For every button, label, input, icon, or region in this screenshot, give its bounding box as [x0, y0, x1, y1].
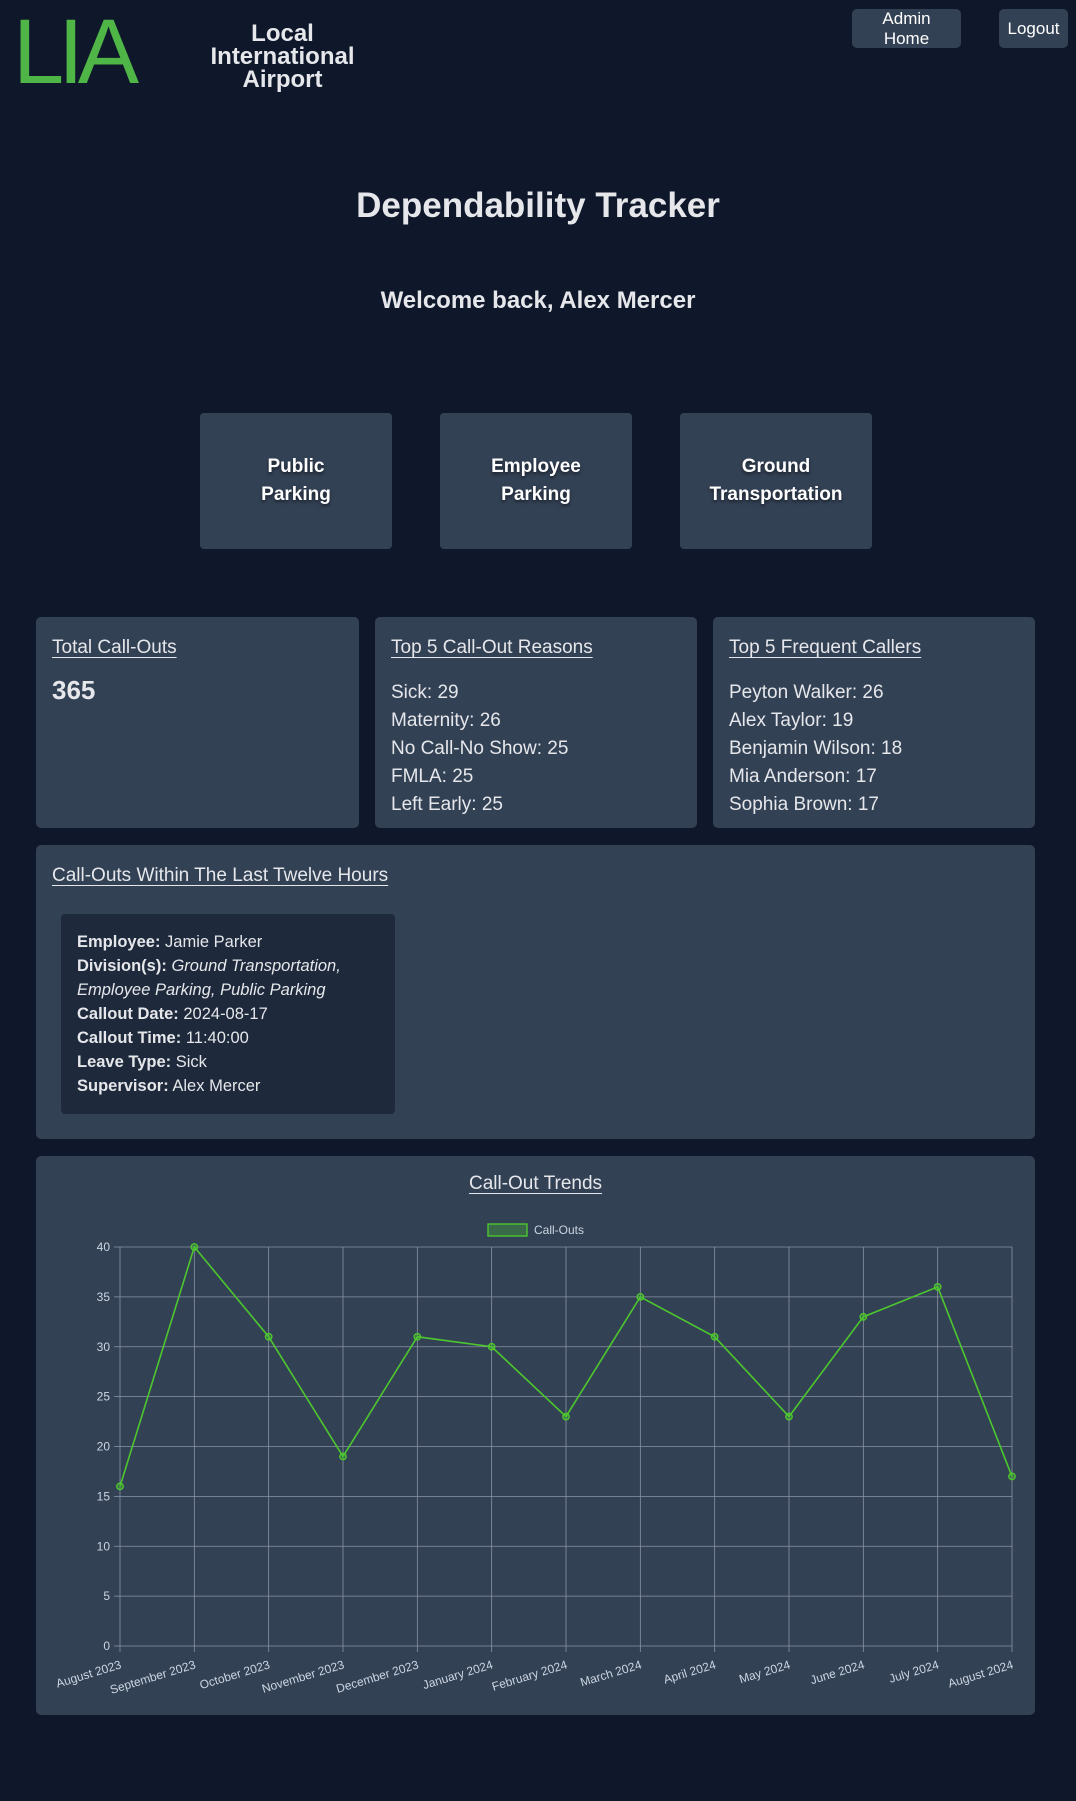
- y-tick-label: 10: [97, 1539, 111, 1553]
- data-point: [710, 1332, 719, 1341]
- y-tick-label: 5: [103, 1589, 110, 1603]
- x-tick-label: January 2024: [421, 1657, 495, 1692]
- y-tick-label: 25: [97, 1390, 111, 1404]
- y-tick-label: 20: [97, 1440, 111, 1454]
- trends-chart: 0510152025303540August 2023September 202…: [54, 1223, 1016, 1697]
- data-point: [562, 1412, 570, 1421]
- y-tick-label: 35: [97, 1290, 111, 1304]
- y-tick-label: 30: [97, 1340, 111, 1354]
- legend-swatch: [487, 1223, 528, 1237]
- data-point: [116, 1482, 124, 1491]
- data-point: [487, 1342, 496, 1351]
- x-tick-label: March 2024: [579, 1657, 644, 1689]
- x-tick-label: December 2023: [334, 1657, 420, 1695]
- x-tick-label: May 2024: [737, 1657, 792, 1686]
- x-tick-label: November 2023: [260, 1657, 346, 1695]
- data-point: [1008, 1472, 1016, 1481]
- data-point: [190, 1243, 199, 1251]
- data-point: [933, 1283, 942, 1291]
- data-point: [636, 1292, 645, 1301]
- data-point: [785, 1412, 793, 1421]
- x-tick-label: September 2023: [108, 1657, 197, 1696]
- page: LIA Local International Airport Admin Ho…: [0, 0, 1076, 1801]
- data-point: [859, 1312, 868, 1321]
- x-tick-label: June 2024: [809, 1657, 867, 1687]
- data-point: [413, 1332, 422, 1341]
- data-point: [264, 1332, 273, 1341]
- y-tick-label: 15: [97, 1489, 111, 1503]
- x-tick-label: July 2024: [887, 1657, 941, 1686]
- data-point: [339, 1452, 347, 1461]
- legend-label: Call-Outs: [534, 1223, 584, 1237]
- x-tick-label: February 2024: [490, 1657, 569, 1693]
- x-tick-label: August 2024: [946, 1657, 1015, 1690]
- y-tick-label: 40: [97, 1240, 111, 1254]
- x-tick-label: April 2024: [662, 1657, 718, 1686]
- y-tick-label: 0: [103, 1639, 110, 1653]
